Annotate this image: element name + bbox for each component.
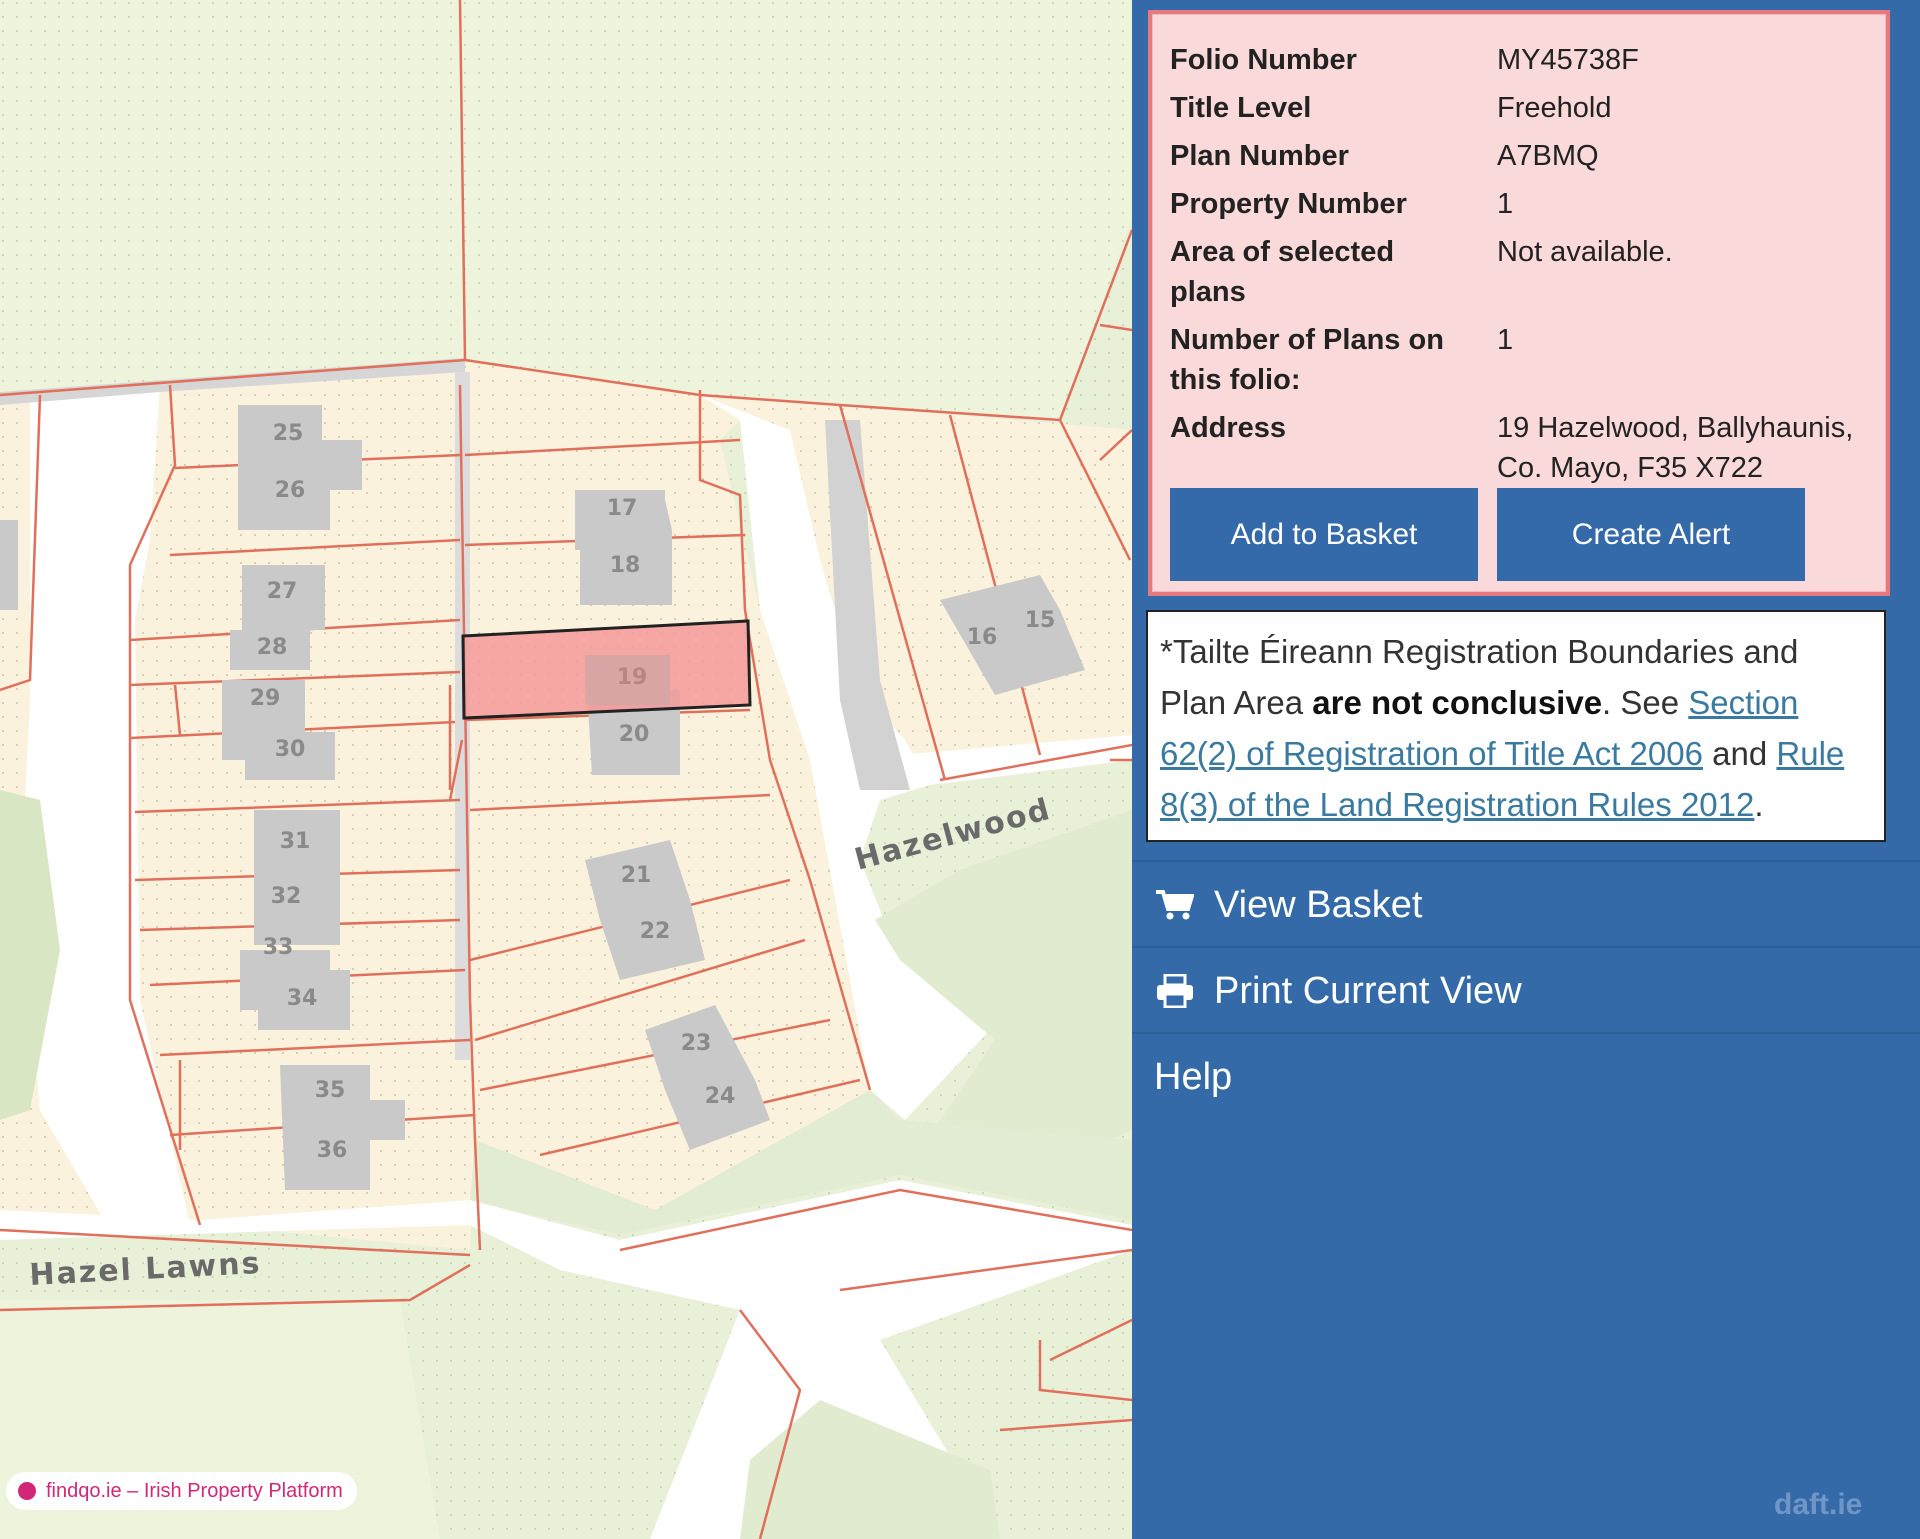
plot-number-18: 18 (610, 553, 641, 578)
add-to-basket-button[interactable]: Add to Basket (1170, 488, 1478, 581)
info-label: Plan Number (1170, 140, 1349, 172)
plot-number-29: 29 (250, 686, 281, 711)
plot-number-21: 21 (621, 863, 652, 888)
findqo-text: findqo.ie – Irish Property Platform (46, 1479, 343, 1502)
plot-number-27: 27 (267, 579, 298, 604)
map-canvas[interactable]: 25 26 27 28 29 30 31 32 33 34 35 36 17 18 19 20 21 22 23 24… (0, 0, 1132, 1539)
note-end: . (1754, 786, 1764, 823)
plot-number-25: 25 (273, 421, 304, 446)
menu-help[interactable]: Help (1132, 1032, 1920, 1120)
plot-number-23: 23 (681, 1031, 712, 1056)
cart-icon (1154, 862, 1196, 948)
plot-number-16: 16 (967, 625, 998, 650)
plot-number-15: 15 (1025, 608, 1056, 633)
info-value: A7BMQ (1497, 140, 1599, 172)
plot-number-17: 17 (607, 496, 638, 521)
plot-number-24: 24 (705, 1084, 736, 1109)
info-label: Property Number (1170, 188, 1407, 220)
globe-icon (18, 1482, 36, 1500)
disclaimer-note: *Tailte Éireann Registration Boundaries … (1146, 610, 1886, 842)
plot-number-33: 33 (263, 935, 294, 960)
plot-number-36: 36 (317, 1138, 348, 1163)
plot-number-26: 26 (275, 478, 306, 503)
note-mid: . See (1602, 684, 1689, 721)
plot-number-34: 34 (287, 986, 318, 1011)
menu-label: Print Current View (1214, 970, 1522, 1012)
note-bold: are not conclusive (1312, 684, 1603, 721)
plot-number-19: 19 (617, 665, 648, 690)
map-view[interactable]: 25 26 27 28 29 30 31 32 33 34 35 36 17 18 19 20 21 22 23 24… (0, 0, 1132, 1539)
printer-icon (1154, 948, 1196, 1034)
findqo-watermark: findqo.ie – Irish Property Platform (6, 1472, 357, 1510)
menu-label: View Basket (1214, 884, 1423, 926)
info-value: Freehold (1497, 92, 1612, 124)
info-label: Title Level (1170, 92, 1312, 124)
info-label: Folio Number (1170, 44, 1357, 76)
plot-number-32: 32 (271, 884, 302, 909)
menu-view-basket[interactable]: View Basket (1132, 860, 1920, 948)
info-value: 1 (1497, 188, 1514, 220)
info-label: Address (1170, 412, 1287, 444)
plot-number-35: 35 (315, 1078, 346, 1103)
menu-label: Help (1154, 1056, 1233, 1098)
info-value: MY45738F (1497, 44, 1639, 76)
daft-watermark: daft.ie (1774, 1488, 1863, 1521)
plot-number-22: 22 (640, 919, 671, 944)
folio-info-panel: Folio Number MY45738F Title Level Freeho… (1148, 10, 1890, 596)
info-value: 19 Hazelwood, Ballyhaunis, Co. Mayo, F35… (1497, 412, 1854, 484)
plot-number-28: 28 (257, 635, 288, 660)
note-and: and (1702, 735, 1777, 772)
plot-number-31: 31 (280, 829, 311, 854)
plot-number-30: 30 (275, 737, 306, 762)
menu-print-current-view[interactable]: Print Current View (1132, 946, 1920, 1034)
info-label: Area of selected plans (1170, 236, 1395, 308)
sidebar: Folio Number MY45738F Title Level Freeho… (1132, 0, 1920, 1539)
info-value: 1 (1497, 324, 1514, 356)
info-label: Number of Plans on this folio: (1170, 324, 1444, 396)
plot-number-20: 20 (619, 722, 650, 747)
info-value: Not available. (1497, 236, 1673, 268)
create-alert-button[interactable]: Create Alert (1497, 488, 1805, 581)
